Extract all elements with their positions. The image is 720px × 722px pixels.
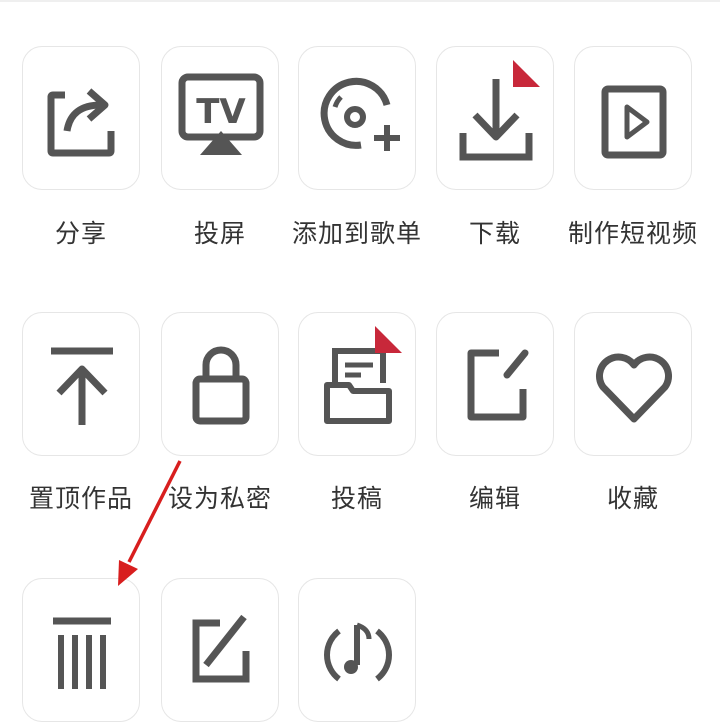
vip-badge: VIP xyxy=(513,47,553,87)
top-divider xyxy=(0,0,720,2)
pin-top-icon xyxy=(51,347,113,425)
submit-label: 投稿 xyxy=(330,484,383,513)
pin-top-button[interactable] xyxy=(22,312,140,456)
set-private-button[interactable] xyxy=(161,312,279,456)
delete-button[interactable] xyxy=(22,578,140,722)
download-label: 下载 xyxy=(468,219,521,248)
share-icon xyxy=(47,88,115,157)
share-label: 分享 xyxy=(54,219,107,248)
edit-icon xyxy=(467,349,529,421)
tv-text: TV xyxy=(196,92,246,132)
make-video-icon xyxy=(601,85,667,159)
cast-button[interactable]: TV xyxy=(161,46,279,190)
add-to-playlist-button[interactable] xyxy=(298,46,416,190)
submit-button[interactable]: VIP xyxy=(298,312,416,456)
favorite-label: 收藏 xyxy=(606,484,659,513)
pin-top-label: 置顶作品 xyxy=(28,484,133,513)
make-video-label: 制作短视频 xyxy=(567,219,698,248)
favorite-button[interactable] xyxy=(574,312,692,456)
share-button[interactable] xyxy=(22,46,140,190)
edit-button[interactable] xyxy=(436,312,554,456)
cast-label: 投屏 xyxy=(193,219,246,248)
tv-cast-icon: TV xyxy=(178,73,264,155)
edit-note-icon xyxy=(192,614,250,683)
add-to-playlist-icon xyxy=(320,77,400,151)
add-to-playlist-label: 添加到歌单 xyxy=(291,219,422,248)
download-button[interactable]: VIP xyxy=(436,46,554,190)
music-sync-icon xyxy=(324,622,392,682)
make-video-button[interactable] xyxy=(574,46,692,190)
edit-label: 编辑 xyxy=(468,484,521,513)
set-private-label: 设为私密 xyxy=(167,484,272,513)
heart-icon xyxy=(596,353,672,423)
lock-icon xyxy=(192,346,250,425)
vip-badge: VIP xyxy=(375,313,415,353)
trash-icon xyxy=(53,617,111,689)
music-sync-button[interactable] xyxy=(298,578,416,722)
edit-note-button[interactable] xyxy=(161,578,279,722)
